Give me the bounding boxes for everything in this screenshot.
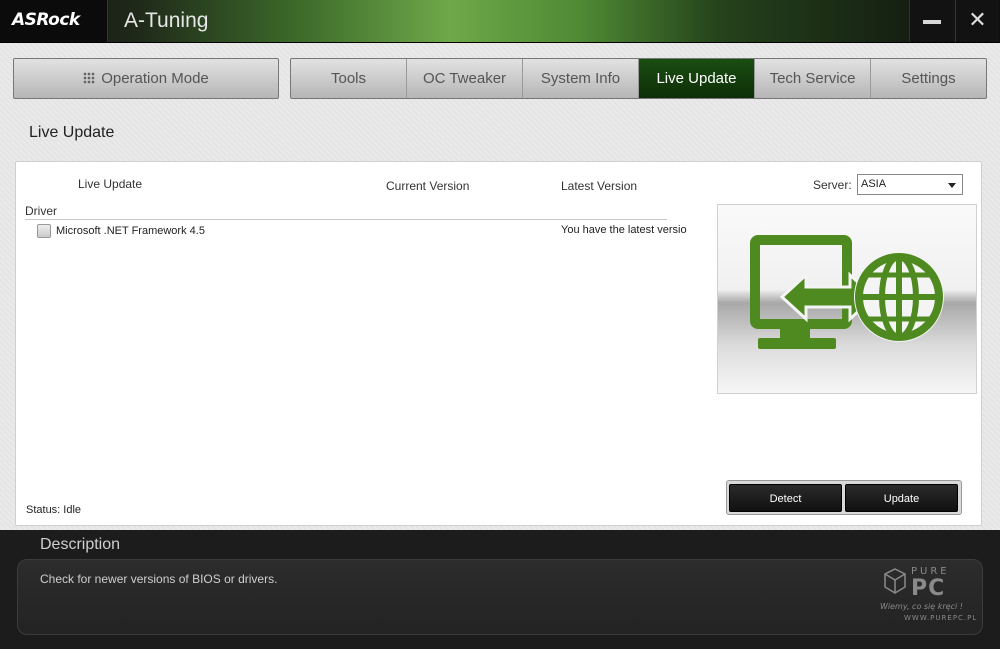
column-header-current-version: Current Version (386, 179, 470, 193)
monitor-globe-icon (750, 235, 944, 349)
detect-button[interactable]: Detect (729, 484, 842, 512)
tab-live-update[interactable]: Live Update (639, 59, 755, 98)
server-select[interactable]: ASIA (857, 174, 963, 195)
app-title: A-Tuning (124, 9, 209, 32)
close-icon: ✕ (968, 8, 987, 33)
tab-system-info[interactable]: System Info (523, 59, 639, 98)
description-area: Description Check for newer versions of … (0, 530, 1000, 649)
chevron-down-icon (948, 183, 956, 188)
server-label: Server: (813, 178, 852, 192)
main-area: Operation Mode Tools OC Tweaker System I… (0, 43, 1000, 530)
operation-mode-label: Operation Mode (101, 70, 209, 87)
cube-logo-icon (884, 568, 906, 594)
tab-settings[interactable]: Settings (871, 59, 986, 98)
watermark-url: WWW.PUREPC.PL (904, 614, 978, 622)
watermark-tagline: Wiemy, co się kręci ! (880, 602, 963, 611)
live-update-illustration (717, 204, 977, 394)
grid-icon (83, 72, 96, 84)
group-divider (25, 219, 667, 220)
tab-oc-tweaker[interactable]: OC Tweaker (407, 59, 523, 98)
tab-tools[interactable]: Tools (291, 59, 407, 98)
brand-logo: ASRock (12, 10, 80, 30)
group-label-driver: Driver (25, 204, 57, 218)
table-row: Microsoft .NET Framework 4.5 You have th… (37, 222, 697, 240)
operation-mode-button[interactable]: Operation Mode (13, 58, 279, 99)
description-box: Check for newer versions of BIOS or driv… (17, 559, 983, 635)
page-title: Live Update (29, 124, 115, 141)
description-text: Check for newer versions of BIOS or driv… (40, 572, 278, 586)
action-button-group: Detect Update (726, 480, 962, 515)
minimize-button[interactable] (909, 0, 953, 42)
purepc-watermark: PURE PC Wiemy, co się kręci ! WWW.PUREPC… (880, 562, 978, 632)
column-header-live-update: Live Update (78, 177, 143, 191)
row-checkbox[interactable] (37, 224, 51, 238)
live-update-panel: Live Update Current Version Latest Versi… (15, 161, 982, 526)
tab-bar: Tools OC Tweaker System Info Live Update… (290, 58, 987, 99)
watermark-brand-bottom: PC (911, 576, 946, 601)
column-header-latest-version: Latest Version (561, 179, 638, 193)
update-button[interactable]: Update (845, 484, 958, 512)
description-title: Description (40, 536, 121, 553)
title-bar: ASRock A-Tuning ✕ (0, 0, 1000, 43)
status-text: Status: Idle (26, 504, 82, 516)
row-latest-version: You have the latest versio (561, 224, 687, 236)
minimize-icon (923, 20, 941, 24)
server-value: ASIA (861, 178, 887, 190)
close-button[interactable]: ✕ (955, 0, 999, 42)
tab-tech-service[interactable]: Tech Service (755, 59, 871, 98)
brand-logo-box: ASRock (0, 0, 108, 42)
row-name: Microsoft .NET Framework 4.5 (56, 225, 205, 237)
